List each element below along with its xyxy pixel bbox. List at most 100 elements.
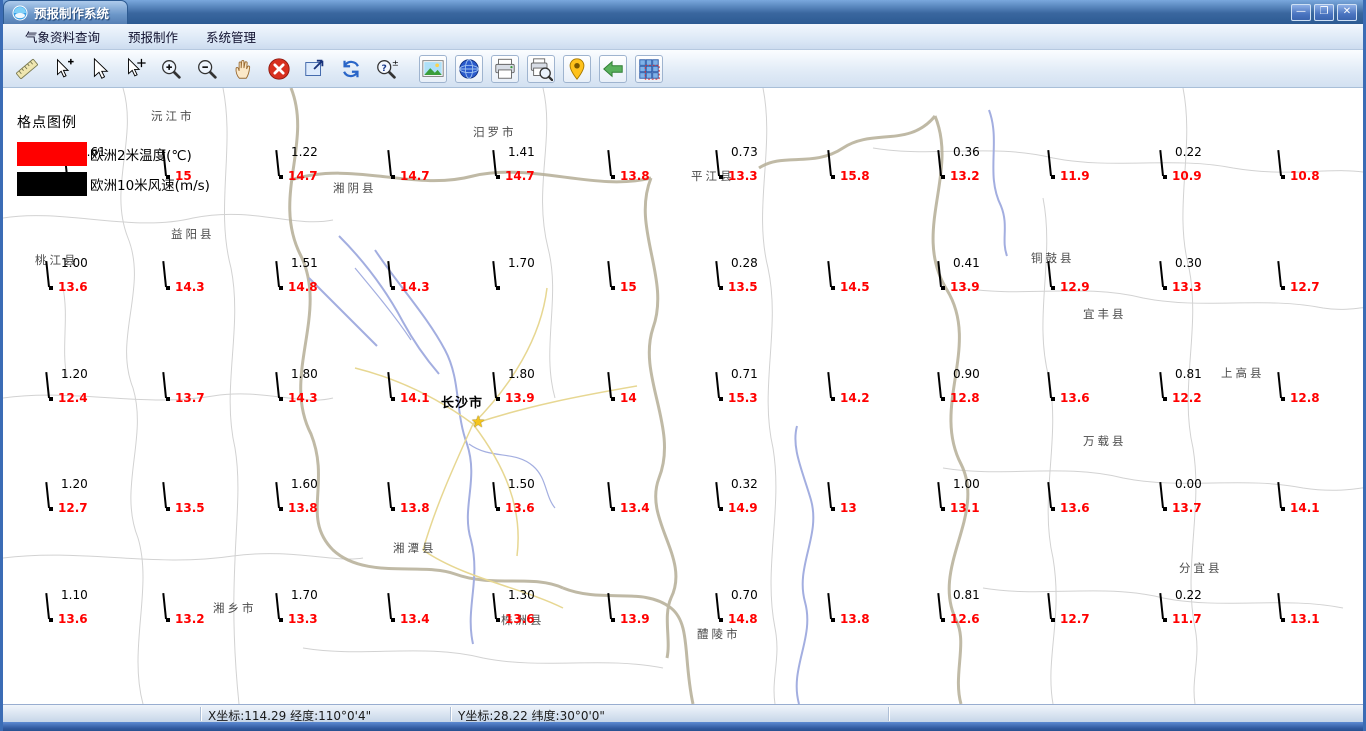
pan-hand-icon[interactable] bbox=[229, 55, 257, 83]
grid-point-dot bbox=[391, 618, 395, 622]
temperature-value: 13.8 bbox=[840, 612, 870, 626]
map-area[interactable]: 沅江市 汨罗市 湘阴县 平江县 益阳县 桃江县 铜鼓县 宜丰县 上高县 万载县 湘潭县 分宜县 湘乡市株… bbox=[3, 88, 1363, 704]
wind-barb-icon bbox=[937, 482, 942, 509]
grid-select-icon[interactable] bbox=[635, 54, 663, 83]
print-preview-icon[interactable] bbox=[527, 54, 555, 83]
city-label: 上高县 bbox=[1221, 366, 1265, 380]
delete-icon[interactable] bbox=[265, 55, 293, 83]
measure-icon[interactable] bbox=[13, 55, 41, 83]
temperature-value: 12.9 bbox=[1060, 280, 1090, 294]
wind-barb-icon bbox=[45, 372, 50, 399]
grid-point-dot bbox=[391, 397, 395, 401]
select-arrow-plus-icon[interactable] bbox=[49, 55, 77, 83]
city-label: 宜丰县 bbox=[1083, 307, 1127, 321]
grid-point-dot bbox=[496, 286, 500, 290]
wind-barb-icon bbox=[607, 593, 612, 620]
zoom-out-icon[interactable] bbox=[193, 55, 221, 83]
wind-barb-icon bbox=[1047, 593, 1052, 620]
temperature-value: 12.8 bbox=[1290, 391, 1320, 405]
grid-point-dot bbox=[496, 507, 500, 511]
temperature-value: 13.3 bbox=[288, 612, 318, 626]
grid-point-dot bbox=[1163, 397, 1167, 401]
temperature-value: 13.6 bbox=[505, 612, 535, 626]
grid-point-dot bbox=[611, 286, 615, 290]
wind-speed-value: 0.22 bbox=[1175, 588, 1202, 602]
temperature-value: 13.5 bbox=[175, 501, 205, 515]
wind-speed-value: 1.80 bbox=[291, 367, 318, 381]
wind-barb-icon bbox=[162, 593, 167, 620]
print-icon[interactable] bbox=[491, 54, 519, 83]
city-label: 湘乡市 bbox=[213, 601, 257, 615]
minimize-button[interactable]: — bbox=[1291, 3, 1311, 21]
image-export-icon[interactable] bbox=[419, 54, 447, 83]
title-bar[interactable]: 预报制作系统 — ❐ ✕ bbox=[3, 0, 1363, 24]
wind-speed-value: 0.81 bbox=[1175, 367, 1202, 381]
temperature-value: 11.7 bbox=[1172, 612, 1202, 626]
select-arrow-crosshair-icon[interactable] bbox=[121, 55, 149, 83]
menu-weather-data-query[interactable]: 气象资料查询 bbox=[11, 26, 114, 48]
grid-point-dot bbox=[496, 397, 500, 401]
grid-point-dot bbox=[719, 286, 723, 290]
wind-barb-icon bbox=[387, 593, 392, 620]
temperature-value: 14.5 bbox=[840, 280, 870, 294]
wind-barb-icon bbox=[387, 261, 392, 288]
full-extent-icon[interactable] bbox=[301, 55, 329, 83]
wind-barb-icon bbox=[492, 150, 497, 177]
temperature-value: 14.7 bbox=[288, 169, 318, 183]
wind-barb-icon bbox=[1047, 482, 1052, 509]
temperature-value: 13.9 bbox=[950, 280, 980, 294]
restore-button[interactable]: ❐ bbox=[1314, 3, 1334, 21]
wind-barb-icon bbox=[715, 593, 720, 620]
wind-barb-icon bbox=[492, 372, 497, 399]
menu-system-management[interactable]: 系统管理 bbox=[192, 26, 270, 48]
status-separator bbox=[888, 707, 889, 721]
select-arrow-icon[interactable] bbox=[85, 55, 113, 83]
grid-point-dot bbox=[1281, 397, 1285, 401]
location-pin-icon[interactable] bbox=[563, 54, 591, 83]
grid-point-dot bbox=[391, 175, 395, 179]
identify-icon[interactable]: ? ± bbox=[373, 55, 401, 83]
grid-point-dot bbox=[1281, 175, 1285, 179]
wind-barb-icon bbox=[715, 482, 720, 509]
temperature-value: 15 bbox=[620, 280, 637, 294]
status-y-coordinate: Y坐标:28.22 纬度:30°0'0" bbox=[458, 709, 605, 723]
wind-speed-value: 0.41 bbox=[953, 256, 980, 270]
grid-point-dot bbox=[941, 507, 945, 511]
wind-barb-icon bbox=[607, 482, 612, 509]
wind-barb-icon bbox=[827, 593, 832, 620]
zoom-in-icon[interactable] bbox=[157, 55, 185, 83]
wind-barb-icon bbox=[715, 261, 720, 288]
status-x-coordinate: X坐标:114.29 经度:110°0'4" bbox=[208, 709, 372, 723]
back-arrow-icon[interactable] bbox=[599, 54, 627, 83]
wind-barb-icon bbox=[937, 261, 942, 288]
temperature-value: 14.3 bbox=[288, 391, 318, 405]
wind-barb-icon bbox=[162, 261, 167, 288]
grid-point-dot bbox=[1163, 286, 1167, 290]
wind-speed-value: 1.22 bbox=[291, 145, 318, 159]
wind-speed-value: 1.00 bbox=[61, 256, 88, 270]
window-bottom-frame bbox=[3, 722, 1363, 731]
globe-icon[interactable] bbox=[455, 54, 483, 83]
grid-point-dot bbox=[1281, 286, 1285, 290]
legend-items: 欧洲2米温度(℃) 欧洲10米风速(m/s) bbox=[17, 142, 210, 196]
legend-item: 欧洲2米温度(℃) bbox=[17, 142, 210, 166]
wind-barb-icon bbox=[492, 261, 497, 288]
title-tab: 预报制作系统 bbox=[3, 0, 129, 24]
grid-point-dot bbox=[49, 618, 53, 622]
wind-speed-value: 0.28 bbox=[731, 256, 758, 270]
grid-point-dot bbox=[1281, 618, 1285, 622]
grid-point-dot bbox=[719, 397, 723, 401]
grid-point-dot bbox=[166, 286, 170, 290]
menu-forecast-production[interactable]: 预报制作 bbox=[114, 26, 192, 48]
temperature-value: 13.5 bbox=[728, 280, 758, 294]
wind-speed-value: 0.00 bbox=[1175, 477, 1202, 491]
temperature-value: 14.3 bbox=[400, 280, 430, 294]
refresh-icon[interactable] bbox=[337, 55, 365, 83]
grid-point-dot bbox=[49, 286, 53, 290]
wind-barb-icon bbox=[1277, 261, 1282, 288]
close-button[interactable]: ✕ bbox=[1337, 3, 1357, 21]
temperature-value: 14.1 bbox=[400, 391, 430, 405]
city-label: 湘潭县 bbox=[393, 541, 437, 555]
city-label: 铜鼓县 bbox=[1031, 251, 1075, 265]
temperature-value: 12.7 bbox=[1290, 280, 1320, 294]
